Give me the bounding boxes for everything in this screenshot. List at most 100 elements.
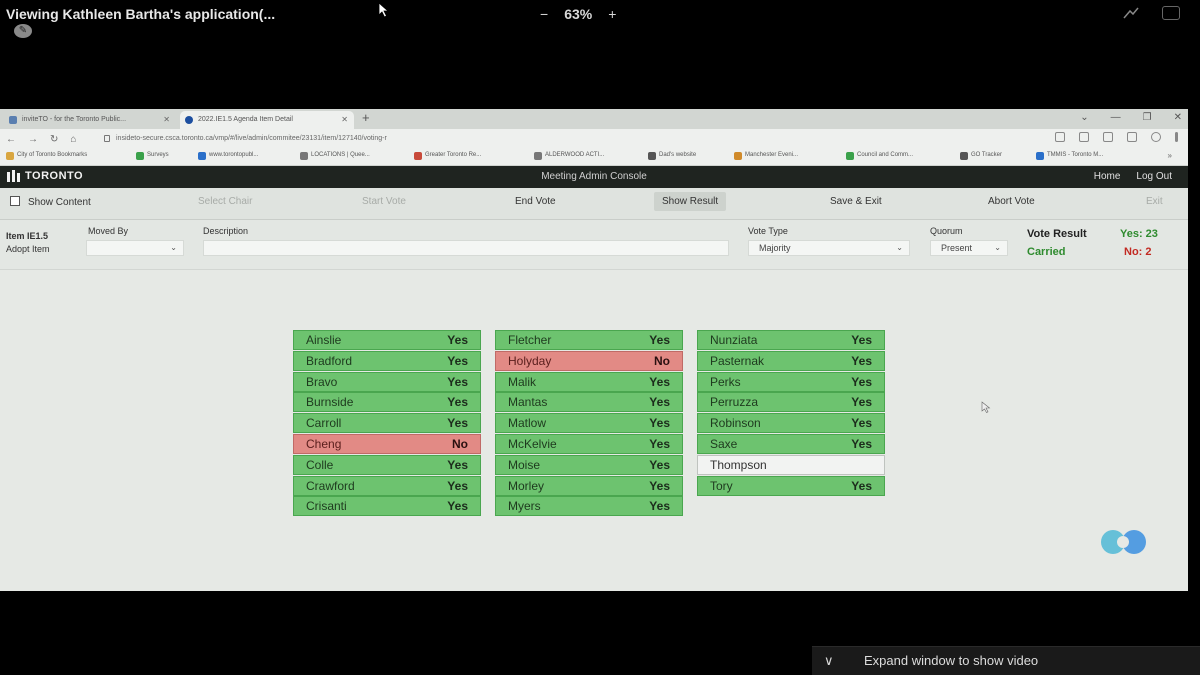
bookmark-item[interactable]: GO Tracker xyxy=(960,152,1002,160)
bookmark-item[interactable]: Manchester Eveni... xyxy=(734,152,799,160)
zoom-in-button[interactable]: + xyxy=(608,6,616,22)
reload-icon[interactable]: ↻ xyxy=(50,134,58,145)
vote-value: Yes xyxy=(851,374,872,389)
browser-tab-active[interactable]: 2022.IE1.5 Agenda Item Detail ✕ xyxy=(180,111,354,129)
logout-link[interactable]: Log Out xyxy=(1136,171,1172,182)
share-indicator-icon[interactable]: ✎ xyxy=(14,24,32,38)
tab-close-icon[interactable]: ✕ xyxy=(341,111,348,129)
url-text: insideto-secure.csca.toronto.ca/vmp/#/li… xyxy=(116,135,387,142)
bookmark-item[interactable]: LOCATIONS | Quee... xyxy=(300,152,370,160)
councillor-name: Crawford xyxy=(306,478,355,493)
expand-video-bar[interactable]: ∨ Expand window to show video xyxy=(812,646,1200,675)
bookmark-item[interactable]: www.torontopubl... xyxy=(198,152,259,160)
tab-favicon-icon xyxy=(185,116,193,124)
vote-value: No xyxy=(654,353,670,368)
bookmark-item[interactable]: Council and Comm... xyxy=(846,152,914,160)
councillor-vote-row: McKelvie Yes xyxy=(495,433,683,454)
vote-type-select[interactable]: Majority ⌄ xyxy=(748,240,910,256)
home-icon[interactable]: ⌂ xyxy=(70,134,76,145)
extensions-icon[interactable] xyxy=(1103,132,1113,142)
moved-by-label: Moved By xyxy=(88,226,129,236)
minimize-icon[interactable]: — xyxy=(1111,109,1121,127)
end-vote-button[interactable]: End Vote xyxy=(515,196,556,207)
start-vote-button[interactable]: Start Vote xyxy=(362,196,406,207)
vote-value: Yes xyxy=(851,353,872,368)
chevron-down-icon: ⌄ xyxy=(896,243,903,252)
vote-value: Yes xyxy=(447,395,468,410)
sidepanel-icon[interactable] xyxy=(1127,132,1137,142)
zoom-out-button[interactable]: − xyxy=(540,6,548,22)
moved-by-select[interactable]: ⌄ xyxy=(86,240,184,256)
show-content-toggle[interactable]: Show Content xyxy=(10,196,91,208)
bookmark-star-icon[interactable] xyxy=(1079,132,1089,142)
councillor-vote-row: Nunziata Yes xyxy=(697,330,885,350)
vote-value: Yes xyxy=(851,395,872,410)
bookmark-label: www.torontopubl... xyxy=(209,152,259,158)
forward-icon[interactable]: → xyxy=(28,134,38,145)
tab-search-icon[interactable]: ⌄ xyxy=(1080,109,1088,127)
bookmark-item[interactable]: Dad's website xyxy=(648,152,696,160)
back-icon[interactable]: ← xyxy=(6,134,16,145)
vote-value: Yes xyxy=(447,478,468,493)
councillor-vote-row: Carroll Yes xyxy=(293,413,481,434)
select-chair-button[interactable]: Select Chair xyxy=(198,196,252,207)
councillor-vote-row: Thompson xyxy=(697,454,885,475)
bookmark-favicon-icon xyxy=(846,152,854,160)
bookmark-favicon-icon xyxy=(534,152,542,160)
councillor-vote-row: Crisanti Yes xyxy=(293,496,481,517)
show-content-checkbox[interactable] xyxy=(10,196,20,206)
browser-tab[interactable]: inviteTO - for the Toronto Public... ✕ xyxy=(4,111,176,129)
annotate-icon[interactable] xyxy=(1122,6,1140,20)
url-field[interactable]: insideto-secure.csca.toronto.ca/vmp/#/li… xyxy=(100,132,1030,146)
bookmark-item[interactable]: Greater Toronto Re... xyxy=(414,152,481,160)
window-controls: ⌄ — ❐ ✕ xyxy=(1080,109,1182,127)
vote-value: Yes xyxy=(649,499,670,514)
browser-addressbar: ← → ↻ ⌂ insideto-secure.csca.toronto.ca/… xyxy=(0,129,1188,149)
councillor-name: Thompson xyxy=(710,457,767,472)
councillor-name: Nunziata xyxy=(710,333,758,347)
profile-icon[interactable] xyxy=(1151,132,1161,142)
vote-value: Yes xyxy=(851,333,872,347)
chevron-down-icon: ⌄ xyxy=(170,243,177,252)
viewer-controls xyxy=(1122,6,1180,20)
bookmark-favicon-icon xyxy=(414,152,422,160)
description-input[interactable] xyxy=(203,240,729,256)
item-description: Adopt Item xyxy=(6,244,50,254)
show-result-button[interactable]: Show Result xyxy=(654,192,727,211)
bookmark-label: Manchester Eveni... xyxy=(745,152,799,158)
quorum-select[interactable]: Present ⌄ xyxy=(930,240,1008,256)
bookmarks-more-icon[interactable]: » xyxy=(1168,151,1172,160)
yes-count: Yes: 23 xyxy=(1120,228,1158,240)
councillor-name: Myers xyxy=(508,499,541,514)
vote-value: Yes xyxy=(447,353,468,368)
save-exit-button[interactable]: Save & Exit xyxy=(830,196,882,207)
share-icon[interactable] xyxy=(1055,132,1065,142)
councillor-name: Colle xyxy=(306,457,334,472)
vote-column: Fletcher Yes Holyday No Malik Yes Mantas Yes Mat… xyxy=(495,330,683,517)
bookmark-item[interactable]: City of Toronto Bookmarks xyxy=(6,152,87,160)
councillor-name: Malik xyxy=(508,374,537,389)
tab-close-icon[interactable]: ✕ xyxy=(163,111,170,129)
vote-value: Yes xyxy=(447,416,468,431)
popout-icon[interactable] xyxy=(1162,6,1180,20)
bookmark-item[interactable]: Surveys xyxy=(136,152,169,160)
bookmark-item[interactable]: TMMIS - Toronto M... xyxy=(1036,152,1103,160)
close-icon[interactable]: ✕ xyxy=(1174,109,1182,127)
bookmark-label: Council and Comm... xyxy=(857,152,914,158)
shared-screen: inviteTO - for the Toronto Public... ✕ 2… xyxy=(0,109,1188,591)
restore-icon[interactable]: ❐ xyxy=(1143,109,1152,127)
admin-toolbar: Show Content Select Chair Start Vote End… xyxy=(0,188,1188,220)
exit-button[interactable]: Exit xyxy=(1146,196,1163,207)
councillor-name: Pasternak xyxy=(710,353,765,368)
councillor-vote-row: Burnside Yes xyxy=(293,392,481,413)
councillor-vote-row: Crawford Yes xyxy=(293,475,481,496)
chevron-down-icon[interactable]: ∨ xyxy=(824,647,834,675)
abort-vote-button[interactable]: Abort Vote xyxy=(988,196,1035,207)
bookmark-item[interactable]: ALDERWOOD ACTI... xyxy=(534,152,604,160)
vote-result-title: Vote Result xyxy=(1027,228,1087,240)
quorum-value: Present xyxy=(941,243,973,253)
councillor-name: Matlow xyxy=(508,416,547,431)
new-tab-button[interactable]: + xyxy=(362,110,370,125)
home-link[interactable]: Home xyxy=(1094,171,1121,182)
menu-icon[interactable] xyxy=(1175,132,1178,142)
